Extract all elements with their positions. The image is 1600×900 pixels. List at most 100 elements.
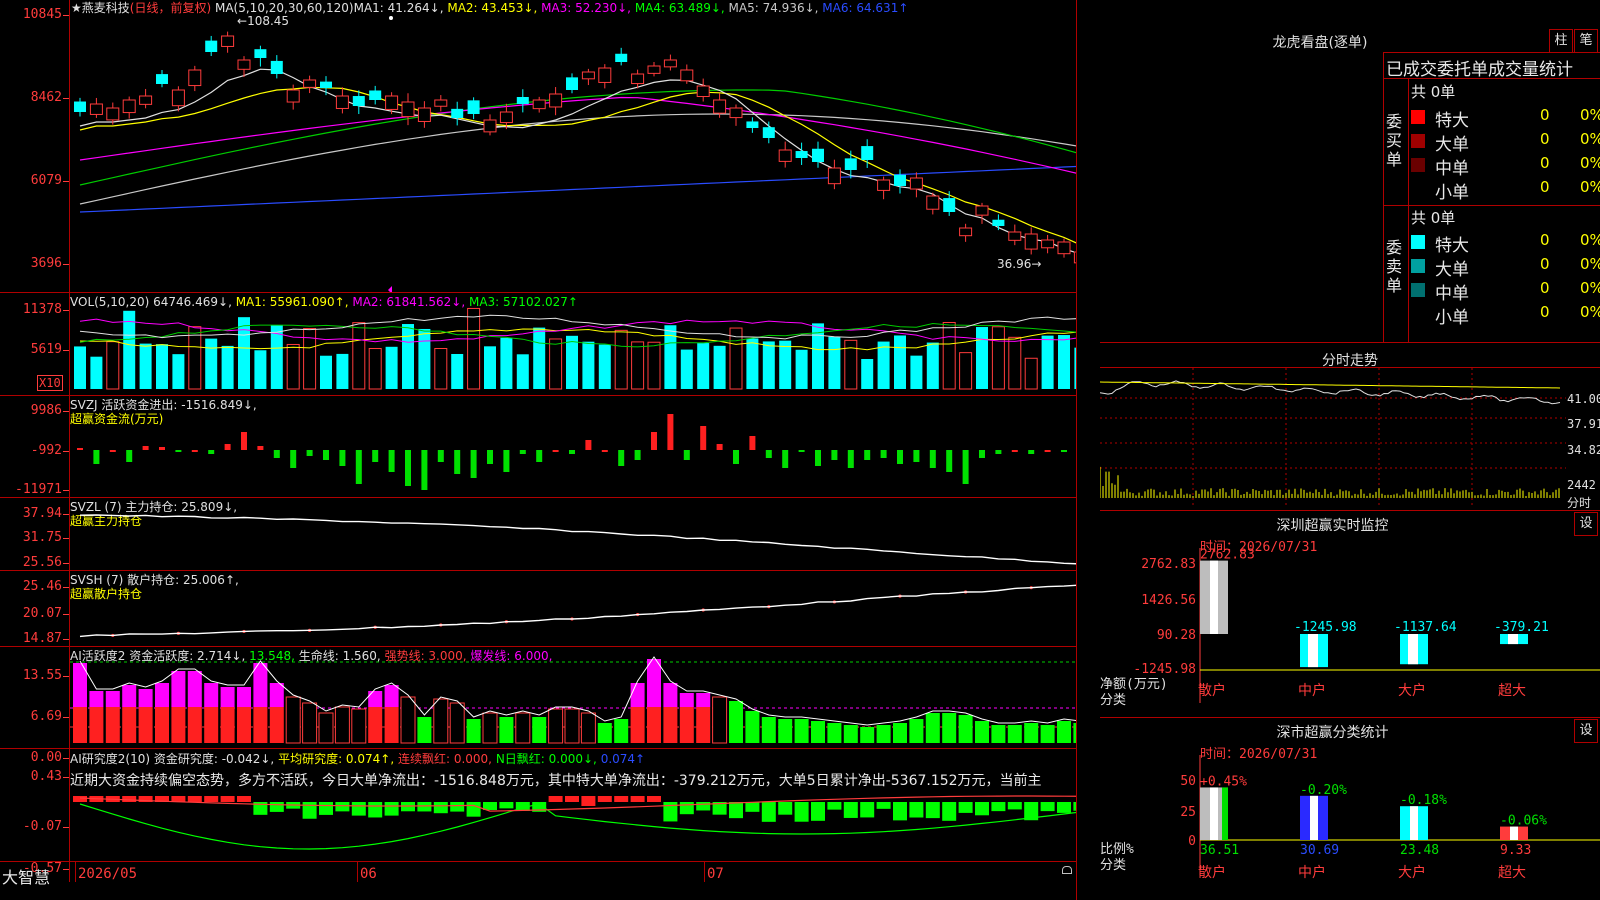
vol-y-label: 5619 — [30, 342, 62, 357]
sz-class-title: 深市超赢分类统计 — [1276, 725, 1389, 741]
svsh-y-label: 20.07 — [22, 606, 62, 621]
candle-body — [713, 99, 727, 114]
volume-bar — [598, 344, 611, 389]
bar-view-button[interactable]: 柱 — [1549, 29, 1573, 53]
research-bar — [204, 796, 219, 802]
activity-bar — [745, 711, 760, 743]
lock-icon[interactable] — [1062, 866, 1072, 874]
research-bar — [351, 802, 366, 816]
activity-bar — [351, 708, 367, 744]
research-bar — [729, 802, 743, 819]
activity-bar — [876, 725, 891, 743]
activity-bar — [991, 725, 1006, 743]
brand-logo[interactable]: 大智慧 — [2, 864, 50, 888]
flow-bar — [651, 432, 657, 450]
sz-class-settings-button[interactable]: 设 — [1574, 719, 1598, 743]
volume-bar — [1074, 347, 1076, 389]
activity-bar — [564, 708, 580, 744]
flow-bar — [241, 432, 247, 450]
sz-class-bar-group — [1300, 795, 1328, 840]
flow-bar — [1061, 450, 1067, 452]
flow-bar — [519, 450, 526, 454]
activity-bar-top — [89, 691, 104, 707]
flow-bar — [782, 450, 789, 468]
candle-body — [1024, 233, 1038, 250]
candle-body — [499, 111, 513, 124]
activity-bar — [138, 707, 153, 743]
activity-bar — [597, 723, 612, 743]
activity-bar — [909, 719, 924, 743]
activity-bar — [433, 698, 449, 744]
volume-bar — [320, 355, 332, 389]
candle-body — [156, 74, 168, 84]
main-position-chart[interactable] — [70, 498, 1076, 570]
sz-monitor-settings-button[interactable]: 设 — [1574, 512, 1598, 536]
flow-bar — [749, 436, 756, 450]
candle-body — [401, 101, 415, 118]
buy-row-swatch — [1411, 110, 1425, 124]
fund-activity-chart[interactable] — [70, 647, 1076, 748]
volume-bar — [746, 338, 759, 389]
svzj-y-label: -11971 — [15, 482, 62, 497]
sz-class-y-label: 75 — [1180, 755, 1196, 758]
candle-body — [959, 227, 973, 237]
ai-research-value: 连续飘红: 0.000, — [397, 752, 496, 766]
retail-position-chart[interactable] — [70, 571, 1076, 646]
research-bar — [499, 802, 514, 809]
volume-bar — [1008, 336, 1022, 390]
sz-class-bar-shine — [1310, 795, 1318, 840]
activity-bar — [1057, 721, 1071, 743]
sz-class-ratio-chart[interactable]: 75 50 25 0 比例%分类 +0.45% 36.51 散户 -0.20% 30.69 中户 -0… — [1100, 755, 1600, 900]
flow-bar — [831, 450, 838, 460]
activity-bar — [580, 712, 596, 744]
flow-bar — [175, 450, 182, 452]
sell-row-swatch — [1411, 259, 1425, 273]
activity-bar-top — [253, 663, 268, 707]
volume-chart[interactable] — [70, 293, 1076, 395]
volume-bar — [188, 326, 202, 390]
sz-monitor-category: 中户 — [1298, 682, 1326, 699]
buy-row-value: 0 — [1540, 178, 1550, 196]
activity-bar — [778, 719, 793, 743]
fund-flow-chart[interactable] — [70, 396, 1076, 497]
sz-class-change-label: -0.20% — [1300, 783, 1347, 798]
sz-net-amount-chart[interactable]: 2762.831426.5690.28-1245.98净额(万元)分类2762.… — [1100, 548, 1600, 718]
svsh-y-label: 25.46 — [22, 579, 62, 594]
flow-bar — [142, 446, 149, 450]
sz-monitor-y-label: 1426.56 — [1141, 593, 1196, 608]
flow-bar — [437, 450, 444, 462]
sz-class-ratio-label: 9.33 — [1500, 843, 1531, 858]
pen-view-button[interactable]: 笔 — [1574, 29, 1598, 53]
intraday-price-line — [1100, 380, 1561, 405]
activity-bar — [449, 702, 465, 744]
volume-bar — [434, 347, 448, 390]
sz-monitor-bar-label: -1245.98 — [1294, 620, 1357, 635]
volume-bar — [74, 346, 86, 389]
volume-bar — [910, 355, 923, 389]
buy-row-name: 大单 — [1435, 135, 1469, 155]
sz-class-axis-label: 比例% — [1100, 842, 1134, 857]
intraday-chart[interactable] — [1100, 368, 1566, 508]
activity-bar — [942, 713, 957, 743]
candle-body — [598, 67, 612, 83]
candle-body — [106, 107, 120, 121]
sz-class-category: 超大 — [1498, 865, 1526, 881]
fund-research-chart[interactable] — [70, 790, 1076, 861]
sell-row-name: 特大 — [1435, 236, 1469, 256]
research-bar — [335, 802, 350, 812]
candle-body — [532, 99, 546, 110]
sell-row-value: 0 — [1540, 303, 1550, 321]
sz-class-bar-shine — [1210, 787, 1218, 840]
buy-row-swatch — [1411, 134, 1425, 148]
vol-unit-badge: X10 — [37, 375, 63, 391]
sell-row-name: 中单 — [1435, 284, 1469, 304]
sz-class-change-label: +0.45% — [1200, 774, 1247, 789]
candlestick-chart[interactable] — [70, 0, 1076, 292]
candle-body — [631, 73, 645, 85]
sz-monitor-bar-shine — [1508, 634, 1518, 645]
flow-bar — [946, 450, 953, 472]
research-bar — [909, 802, 924, 818]
sz-monitor-bar-shine — [1408, 634, 1418, 665]
sz-monitor-y-label: -1245.98 — [1133, 662, 1196, 677]
buy-row-pct: 0% — [1580, 178, 1600, 196]
